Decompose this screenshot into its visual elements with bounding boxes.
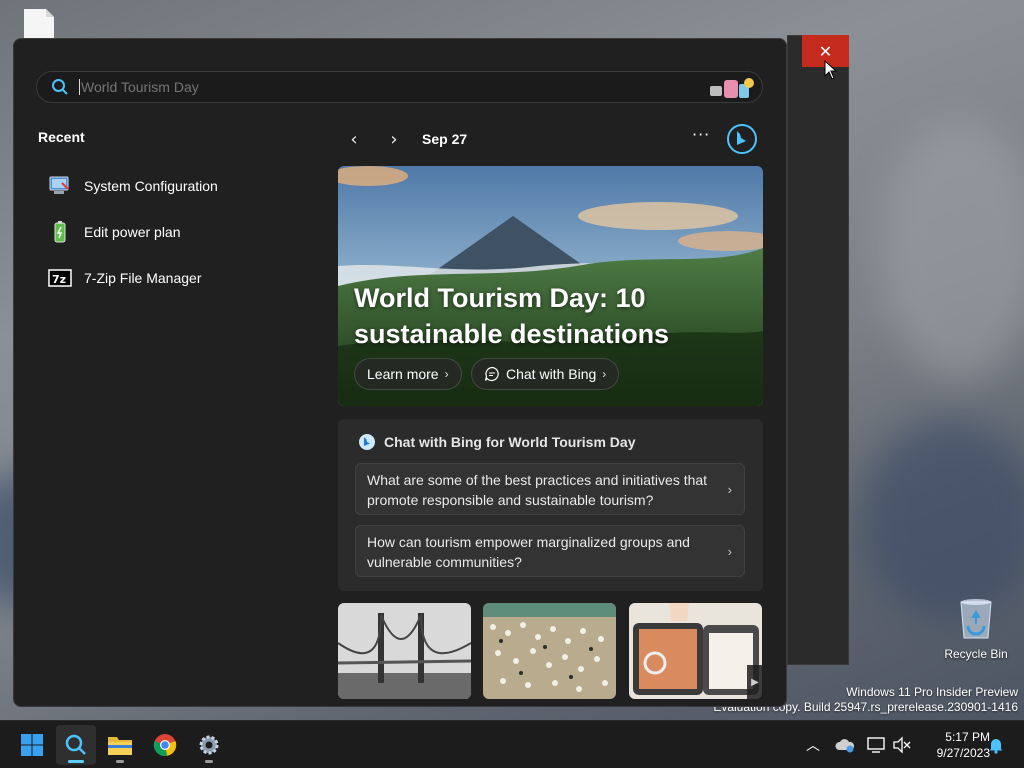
hero-title[interactable]: World Tourism Day: 10 sustainable destin… <box>354 280 714 352</box>
more-options-button[interactable]: ··· <box>692 125 710 144</box>
7zip-icon: 7z <box>48 269 72 287</box>
settings-button[interactable] <box>189 725 229 765</box>
recent-item-system-configuration[interactable]: System Configuration <box>38 163 318 209</box>
chat-suggestion-text: How can tourism empower marginalized gro… <box>367 534 690 570</box>
network-button[interactable] <box>866 735 886 755</box>
chevron-left-icon: ‹ <box>350 128 358 150</box>
wallpaper-shape <box>880 120 1024 380</box>
taskbar: ︿ 5:17 PM 9/27/2023 <box>0 720 1024 768</box>
recycle-bin[interactable]: Recycle Bin <box>940 596 1012 661</box>
next-day-button[interactable]: › <box>382 127 406 151</box>
start-button[interactable] <box>12 725 52 765</box>
recent-item-label: System Configuration <box>84 178 218 194</box>
chat-bubble-icon <box>484 366 499 382</box>
file-explorer-button[interactable] <box>100 725 140 765</box>
onedrive-button[interactable] <box>835 735 855 755</box>
chevron-right-icon: › <box>727 482 732 497</box>
thumbnail-row: ▶ <box>338 603 763 703</box>
search-icon <box>52 79 68 95</box>
folder-icon <box>108 737 132 755</box>
recycle-bin-label: Recycle Bin <box>944 647 1008 661</box>
notifications-button[interactable] <box>986 735 1006 755</box>
clock-date: 9/27/2023 <box>936 746 990 760</box>
chrome-icon <box>153 734 177 757</box>
crowd-photo <box>483 603 616 699</box>
chat-suggestion[interactable]: How can tourism empower marginalized gro… <box>355 525 745 577</box>
chat-with-bing-button[interactable]: Chat with Bing › <box>471 358 620 390</box>
travel-suitcase-icon <box>710 78 754 98</box>
search-taskbar-button[interactable] <box>56 725 96 765</box>
scroll-right-button[interactable]: ▶ <box>747 665 763 699</box>
bing-chat-heading-text: Chat with Bing for World Tourism Day <box>384 434 636 450</box>
clock-time: 5:17 PM <box>945 730 990 744</box>
learn-more-button[interactable]: Learn more › <box>354 358 462 390</box>
recycle-bin-icon <box>960 599 992 639</box>
thumbnail-crowd[interactable] <box>483 603 616 699</box>
gear-icon <box>199 735 219 755</box>
volume-button[interactable] <box>892 735 912 755</box>
chevron-right-icon: › <box>390 128 398 150</box>
chevron-right-icon: › <box>727 544 732 559</box>
bell-icon <box>989 739 1003 754</box>
date-navigation: ‹ › Sep 27 ··· <box>338 123 768 155</box>
chevron-up-icon: ︿ <box>806 738 820 754</box>
recent-list: System Configuration Edit power plan 7z … <box>38 163 318 301</box>
chat-suggestion-text: What are some of the best practices and … <box>367 472 708 508</box>
close-icon: ✕ <box>818 41 833 61</box>
search-panel: Recent System Configuration Edit power p… <box>13 38 787 707</box>
mouse-cursor-icon <box>824 60 838 80</box>
previous-day-button[interactable]: ‹ <box>342 127 366 151</box>
learn-more-label: Learn more <box>367 366 439 382</box>
recent-heading: Recent <box>38 129 85 145</box>
hero-card[interactable]: World Tourism Day: 10 sustainable destin… <box>338 166 763 406</box>
bing-chat-heading: Chat with Bing for World Tourism Day <box>358 433 635 451</box>
search-icon <box>65 734 86 755</box>
search-input[interactable] <box>79 79 679 95</box>
bing-icon <box>359 434 375 450</box>
active-indicator <box>68 760 84 763</box>
recent-item-label: Edit power plan <box>84 224 181 240</box>
chevron-right-icon: › <box>444 367 449 381</box>
thumbnail-bridge[interactable] <box>338 603 471 699</box>
chat-with-bing-label: Chat with Bing <box>506 366 597 382</box>
volume-muted-icon <box>893 736 911 754</box>
wallpaper-shape <box>860 420 1024 620</box>
suitcase-photo <box>629 603 762 699</box>
recent-item-label: 7-Zip File Manager <box>84 270 202 286</box>
running-indicator <box>116 760 124 763</box>
chrome-button[interactable] <box>145 725 185 765</box>
svg-text:7z: 7z <box>52 273 66 286</box>
search-bar[interactable] <box>36 71 763 103</box>
system-configuration-icon <box>49 176 69 194</box>
recent-item-7zip[interactable]: 7z 7-Zip File Manager <box>38 255 318 301</box>
background-window <box>787 35 849 665</box>
chevron-right-icon: › <box>602 367 607 381</box>
chevron-right-icon: ▶ <box>751 676 759 688</box>
windows-logo-icon <box>21 734 43 756</box>
running-indicator <box>205 760 213 763</box>
network-icon <box>867 737 885 753</box>
desktop-file-icon[interactable] <box>22 8 56 38</box>
clock[interactable]: 5:17 PM 9/27/2023 <box>916 729 990 761</box>
thumbnail-suitcase[interactable] <box>629 603 762 699</box>
show-hidden-icons-button[interactable]: ︿ <box>803 735 823 755</box>
recent-item-edit-power-plan[interactable]: Edit power plan <box>38 209 318 255</box>
power-plan-icon <box>54 221 66 243</box>
chat-suggestion[interactable]: What are some of the best practices and … <box>355 463 745 515</box>
bing-icon[interactable] <box>726 123 758 155</box>
bing-chat-card: Chat with Bing for World Tourism Day Wha… <box>338 419 763 591</box>
cloud-icon <box>835 739 855 753</box>
current-date: Sep 27 <box>422 131 468 147</box>
bridge-photo <box>338 603 471 699</box>
